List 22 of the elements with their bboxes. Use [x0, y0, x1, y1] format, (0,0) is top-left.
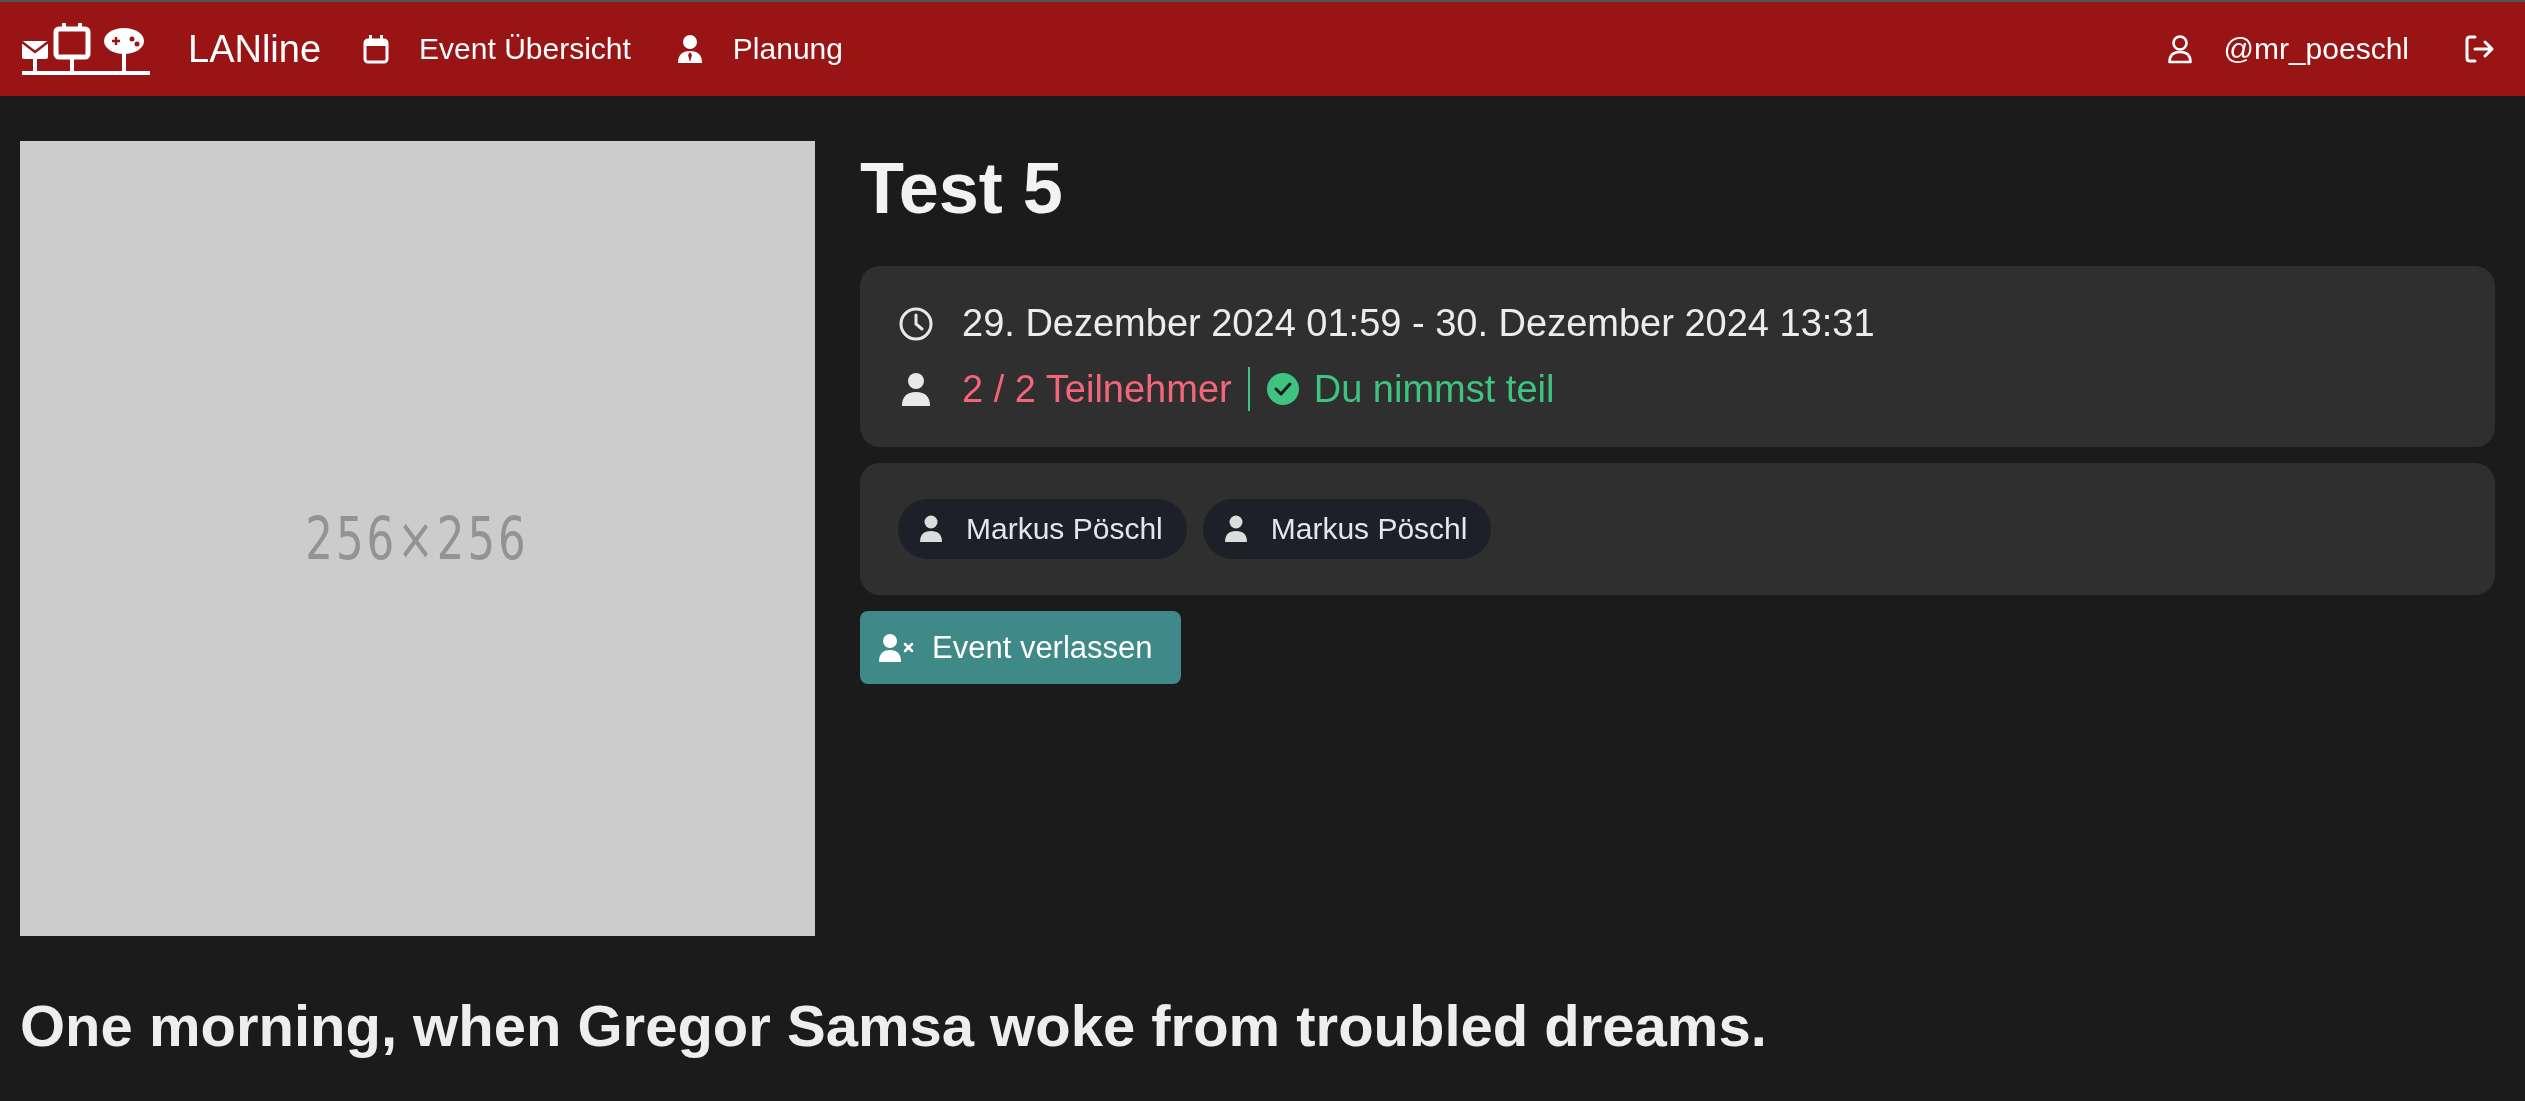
clock-icon — [898, 305, 934, 342]
leave-event-button[interactable]: Event verlassen — [860, 611, 1181, 685]
event-date: 29. Dezember 2024 01:59 - 30. Dezember 2024 13:31 — [962, 302, 1875, 346]
person-icon — [1222, 515, 1249, 544]
participation-status: Du nimmst teil — [1313, 367, 1555, 411]
attendee-chip: Markus Pöschl — [1202, 499, 1492, 560]
person-icon — [676, 34, 703, 64]
brand-link[interactable]: LANline — [188, 27, 322, 71]
nav-link[interactable]: Planung — [676, 32, 843, 66]
attendee-chip: Markus Pöschl — [898, 499, 1187, 560]
person-icon — [918, 515, 944, 544]
remove-user-icon — [878, 632, 916, 663]
user-icon — [2167, 34, 2194, 64]
calendar-icon — [363, 34, 390, 64]
description-heading: One morning, when Gregor Samsa woke from troubled dreams. — [20, 992, 1768, 1059]
logout-icon[interactable] — [2465, 35, 2495, 63]
user-link[interactable]: @mr_poeschl — [2167, 32, 2409, 66]
event-title: Test 5 — [860, 149, 1063, 229]
nav-link[interactable]: Event Übersicht — [363, 32, 631, 66]
image-size-label: 256×256 — [305, 504, 530, 573]
logo-icon[interactable] — [20, 21, 152, 77]
participant-count: 2 / 2 Teilnehmer — [962, 367, 1232, 411]
